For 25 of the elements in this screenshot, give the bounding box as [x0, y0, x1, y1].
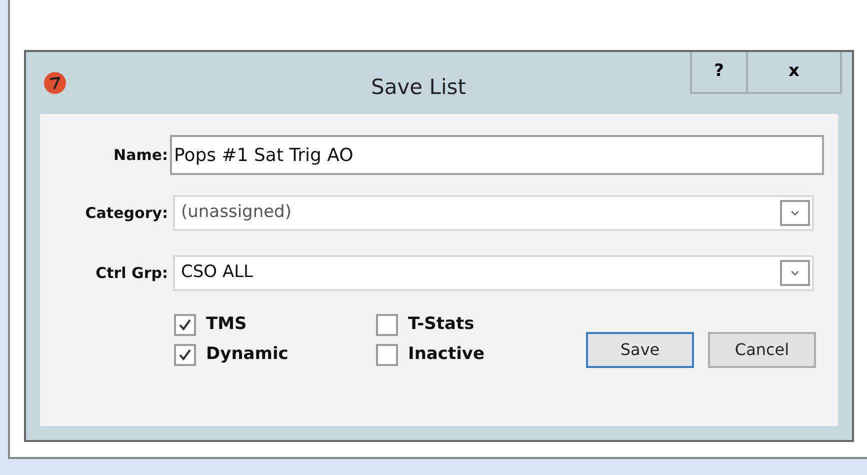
checkbox-label: Dynamic — [206, 343, 288, 366]
dropdown-value: (unassigned) — [181, 201, 292, 224]
field-label: Category: — [85, 202, 168, 224]
checkmark-icon — [178, 348, 192, 362]
app-logo-icon — [43, 71, 67, 95]
chevron-down-icon — [780, 260, 810, 286]
save-button[interactable]: Save — [586, 332, 694, 368]
dropdown-field[interactable]: CSO ALL — [173, 255, 814, 291]
checkbox-label: T-Stats — [408, 313, 474, 336]
dropdown-value: CSO ALL — [181, 261, 254, 284]
field-label: Name: — [114, 144, 168, 166]
window-title: Save List — [371, 74, 466, 101]
cancel-button[interactable]: Cancel — [708, 332, 816, 368]
close-button[interactable]: x — [748, 52, 842, 94]
checkbox[interactable] — [376, 344, 398, 366]
checkbox[interactable] — [174, 344, 196, 366]
name-field[interactable]: Pops #1 Sat Trig AO — [170, 135, 824, 175]
checkbox-label: TMS — [206, 313, 247, 336]
checkbox[interactable] — [376, 314, 398, 336]
field-label: Ctrl Grp: — [96, 262, 168, 284]
checkbox-label: Inactive — [408, 343, 485, 366]
chevron-down-icon — [780, 200, 810, 226]
checkmark-icon — [178, 318, 192, 332]
checkbox[interactable] — [174, 314, 196, 336]
help-button[interactable]: ? — [690, 52, 748, 94]
